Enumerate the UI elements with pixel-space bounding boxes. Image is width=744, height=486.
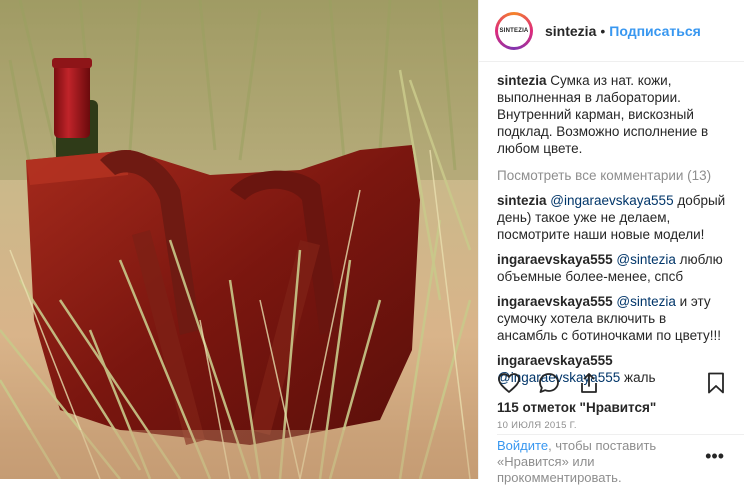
bookmark-icon[interactable] [704, 371, 728, 395]
caption: sintezia Сумка из нат. кожи, выполненная… [497, 72, 728, 157]
comment-item: ingaraevskaya555 @sintezia и эту сумочку… [497, 293, 728, 344]
post-photo[interactable] [0, 0, 478, 479]
avatar-logo: SINTEZIA [498, 14, 530, 47]
comment-username[interactable]: ingaraevskaya555 [497, 252, 613, 267]
comment-mention[interactable]: @sintezia [616, 252, 675, 267]
follow-button[interactable]: Подписаться [609, 23, 701, 39]
comments-section: sintezia Сумка из нат. кожи, выполненная… [479, 62, 744, 386]
comment-item: ingaraevskaya555 @sintezia люблю объемны… [497, 251, 728, 285]
post-date[interactable]: 10 ИЮЛЯ 2015 Г. [497, 420, 577, 431]
post-header: SINTEZIA sintezia • Подписаться [479, 0, 744, 62]
comment-mention[interactable]: @sintezia [616, 294, 675, 309]
photo-leather-bag-with-wine-bottle [0, 0, 478, 479]
comment-username[interactable]: ingaraevskaya555 [497, 294, 613, 309]
post-side-panel: SINTEZIA sintezia • Подписаться sintezia… [478, 0, 744, 485]
comment-item: sintezia @ingaraevskaya555 добрый день) … [497, 192, 728, 243]
caption-username[interactable]: sintezia [497, 73, 547, 88]
more-options-icon[interactable]: ••• [705, 446, 724, 467]
header-separator: • [600, 22, 606, 39]
comment-icon[interactable] [537, 371, 561, 395]
likes-count[interactable]: 115 отметок "Нравится" [497, 400, 656, 415]
share-icon[interactable] [577, 371, 601, 395]
view-all-comments-link[interactable]: Посмотреть все комментарии (13) [497, 167, 728, 184]
action-bar [497, 370, 728, 396]
divider [497, 434, 744, 435]
comment-username[interactable]: ingaraevskaya555 [497, 353, 613, 368]
comment-username[interactable]: sintezia [497, 193, 547, 208]
heart-icon[interactable] [497, 371, 521, 395]
comment-mention[interactable]: @ingaraevskaya555 [550, 193, 673, 208]
avatar[interactable]: SINTEZIA [495, 11, 533, 50]
header-username[interactable]: sintezia [545, 23, 596, 39]
login-link[interactable]: Войдите [497, 438, 548, 453]
